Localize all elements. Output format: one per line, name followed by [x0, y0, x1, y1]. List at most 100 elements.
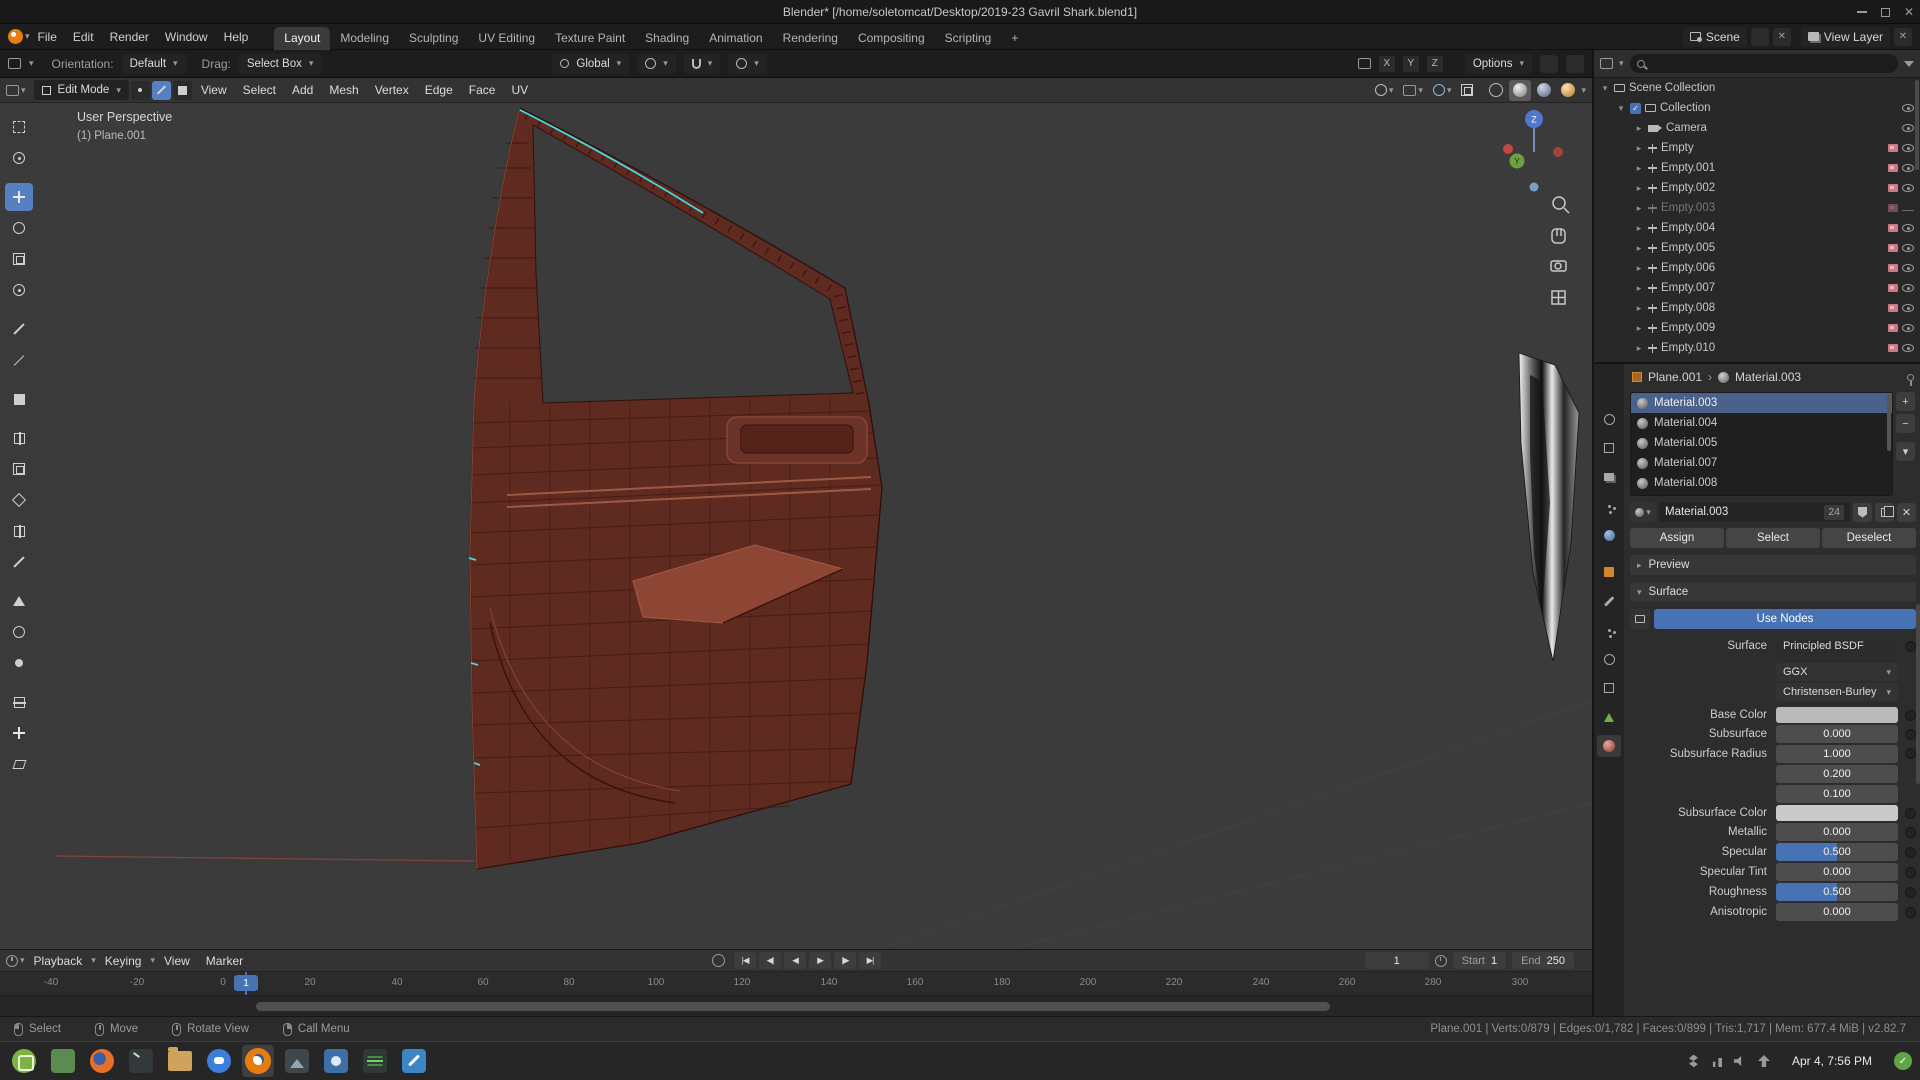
outliner-row-empty-009[interactable]: ▸ Empty.009 [1594, 318, 1920, 338]
overlays-caret-icon[interactable]: ▾ [1447, 85, 1452, 96]
tool-scale[interactable] [5, 245, 33, 273]
visibility-eye-icon[interactable] [1902, 104, 1914, 112]
shading-material-button[interactable] [1533, 80, 1555, 101]
tool-measure[interactable] [5, 346, 33, 374]
preview-panel-header[interactable]: ▸ Preview [1630, 555, 1916, 575]
jump-to-start-button[interactable]: |◀ [734, 952, 756, 969]
visibility-eye-icon[interactable] [1902, 344, 1914, 352]
menu-window[interactable]: Window [157, 24, 216, 50]
visibility-eye-icon[interactable] [1902, 124, 1914, 132]
surface-panel-header[interactable]: ▾ Surface [1630, 582, 1916, 602]
workspace-tab-uv-editing[interactable]: UV Editing [468, 27, 545, 50]
current-frame-badge[interactable]: 1 [234, 975, 258, 991]
timeline-editor-caret-icon[interactable]: ▾ [20, 955, 25, 966]
slot-list-scrollbar[interactable] [1887, 395, 1891, 451]
copy-material-button[interactable] [1875, 503, 1894, 522]
tool-rotate[interactable] [5, 214, 33, 242]
animate-dot[interactable] [1905, 729, 1916, 740]
base-color-swatch[interactable] [1776, 707, 1898, 723]
orientation-dropdown[interactable]: Default ▾ [122, 54, 186, 74]
tool-transform[interactable] [5, 276, 33, 304]
expand-icon[interactable]: ▸ [1634, 203, 1644, 214]
material-slot[interactable]: Material.004 [1631, 413, 1892, 433]
outliner-row-empty-005[interactable]: ▸ Empty.005 [1594, 238, 1920, 258]
zoom-button[interactable] [1553, 197, 1569, 213]
anisotropic-value-slider[interactable]: 0.000 [1776, 903, 1898, 921]
breadcrumb-material[interactable]: Material.003 [1735, 370, 1801, 384]
workspace-tab-animation[interactable]: Animation [699, 27, 772, 50]
breadcrumb-object[interactable]: Plane.001 [1648, 370, 1702, 384]
jump-to-end-button[interactable]: ▶| [859, 952, 881, 969]
animate-dot[interactable] [1905, 887, 1916, 898]
outliner-scrollbar[interactable] [1915, 80, 1919, 170]
tab-object[interactable] [1597, 561, 1621, 583]
menu-edge[interactable]: Edge [418, 78, 460, 103]
expand-icon[interactable]: ▸ [1634, 343, 1644, 354]
viewport-scene[interactable]: Z Y User Perspective (1) Plane.001 [0, 103, 1592, 949]
material-name-input[interactable]: Material.003 24 [1659, 502, 1850, 522]
outliner-row-empty-002[interactable]: ▸ Empty.002 [1594, 178, 1920, 198]
taskbar-app-camera[interactable] [320, 1045, 352, 1077]
play-reverse-button[interactable]: ◀ [784, 952, 806, 969]
tool-knife[interactable] [5, 548, 33, 576]
subsurface-color-swatch[interactable] [1776, 805, 1898, 821]
visibility-eye-icon[interactable] [1902, 224, 1914, 232]
play-button[interactable]: ▶ [809, 952, 831, 969]
tab-world[interactable] [1597, 524, 1621, 546]
expand-icon[interactable]: ▸ [1634, 183, 1644, 194]
fake-user-button[interactable] [1853, 503, 1872, 522]
menu-uv[interactable]: UV [504, 78, 535, 103]
current-frame-field[interactable]: 1 [1365, 952, 1429, 969]
outliner-row-empty-004[interactable]: ▸ Empty.004 [1594, 218, 1920, 238]
tool-move[interactable] [5, 183, 33, 211]
filter-icon[interactable] [1904, 61, 1914, 67]
workspace-tab-modeling[interactable]: Modeling [330, 27, 399, 50]
taskbar-app-audio[interactable] [359, 1045, 391, 1077]
roughness-value-slider[interactable]: 0.500 [1776, 883, 1898, 901]
workspace-tab-rendering[interactable]: Rendering [773, 27, 848, 50]
animate-dot[interactable] [1905, 827, 1916, 838]
visibility-eye-icon[interactable] [1902, 206, 1914, 211]
menu-view[interactable]: View [194, 78, 234, 103]
unlink-material-button[interactable]: ✕ [1897, 503, 1916, 522]
tool-cursor[interactable] [5, 144, 33, 172]
subsurface-radius-z-slider[interactable]: 0.100 [1776, 785, 1898, 803]
tool-loop-cut[interactable] [5, 517, 33, 545]
outliner-row-empty-007[interactable]: ▸ Empty.007 [1594, 278, 1920, 298]
options-dropdown[interactable]: Options ▾ [1465, 54, 1532, 74]
navigation-gizmo[interactable]: Z Y [1503, 110, 1563, 192]
outliner-row-empty-001[interactable]: ▸ Empty.001 [1594, 158, 1920, 178]
extras-button[interactable] [1566, 55, 1584, 73]
subsurface-method-dropdown[interactable]: Christensen-Burley ▾ [1776, 683, 1898, 701]
editor-type-icon[interactable] [8, 58, 21, 69]
overlays-toggle-icon[interactable] [1433, 84, 1445, 96]
tab-modifiers[interactable] [1597, 590, 1621, 612]
animate-dot[interactable] [1905, 867, 1916, 878]
workspace-tab-shading[interactable]: Shading [635, 27, 699, 50]
menu-face[interactable]: Face [462, 78, 503, 103]
gizmo-z-neg-axis[interactable] [1530, 183, 1539, 192]
tool-inset-faces[interactable] [5, 455, 33, 483]
door-mesh[interactable] [469, 108, 882, 869]
shading-wireframe-button[interactable] [1485, 80, 1507, 101]
outliner-editor-type-icon[interactable] [1600, 58, 1613, 69]
bluetooth-icon[interactable] [1689, 1055, 1698, 1068]
visibility-eye-icon[interactable] [1902, 324, 1914, 332]
tab-scene[interactable] [1597, 495, 1621, 517]
visibility-eye-icon[interactable] [1902, 304, 1914, 312]
expand-icon[interactable]: ▾ [1600, 83, 1610, 94]
properties-scrollbar[interactable] [1916, 604, 1920, 784]
expand-icon[interactable]: ▸ [1634, 163, 1644, 174]
remove-slot-button[interactable]: − [1896, 414, 1915, 433]
taskbar-app-editor[interactable] [398, 1045, 430, 1077]
mint-menu-button[interactable] [8, 1045, 40, 1077]
surface-shader-dropdown[interactable]: Principled BSDF [1776, 637, 1898, 655]
clock[interactable]: Apr 4, 7:56 PM [1792, 1054, 1872, 1068]
mode-dropdown[interactable]: Edit Mode ▾ [34, 80, 129, 100]
outliner-row-empty-010[interactable]: ▸ Empty.010 [1594, 338, 1920, 358]
specular-value-slider[interactable]: 0.500 [1776, 843, 1898, 861]
outliner-row-empty-008[interactable]: ▸ Empty.008 [1594, 298, 1920, 318]
axis-z-toggle[interactable]: Z [1427, 56, 1443, 72]
tab-constraints[interactable] [1597, 677, 1621, 699]
axis-x-toggle[interactable]: X [1379, 56, 1395, 72]
